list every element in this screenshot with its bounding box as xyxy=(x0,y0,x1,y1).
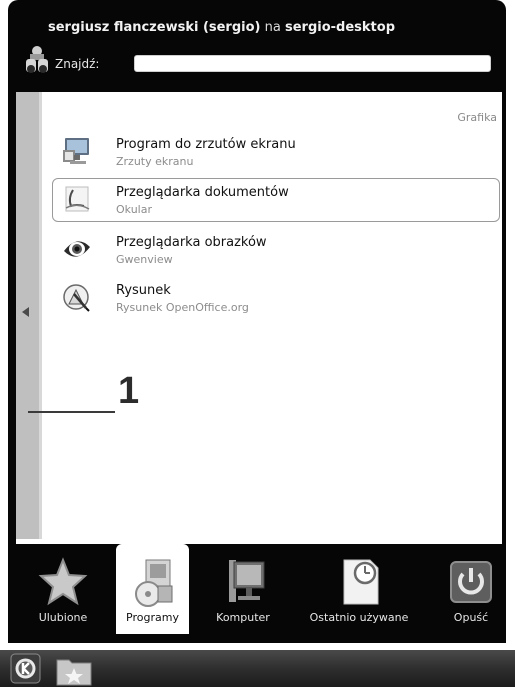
tab-computer[interactable]: Komputer xyxy=(202,544,284,634)
tab-label: Ostatnio używane xyxy=(309,611,409,624)
tab-label: Opuść xyxy=(453,611,489,624)
app-title: Przeglądarka obrazków xyxy=(116,235,267,250)
host-name: sergio-desktop xyxy=(284,20,395,35)
user-host-line: sergiusz flanczewski (sergio) na sergio-… xyxy=(48,20,395,35)
star-icon xyxy=(38,557,88,606)
application-launcher: sergiusz flanczewski (sergio) na sergio-… xyxy=(8,0,506,643)
launcher-tab-bar: Ulubione Programy Komputer Ostatnio używ… xyxy=(8,544,506,636)
recent-documents-icon xyxy=(343,559,379,605)
tab-label: Komputer xyxy=(216,611,270,624)
callout-line xyxy=(28,411,115,413)
application-list-panel: Grafika Program do zrzutów ekranu Zrzuty… xyxy=(16,92,502,544)
computer-monitor-icon xyxy=(229,560,265,602)
app-title: Rysunek xyxy=(116,283,171,298)
callout-number: 1 xyxy=(118,370,140,412)
app-item-screenshot[interactable]: Program do zrzutów ekranu Zrzuty ekranu xyxy=(52,130,500,174)
binoculars-icon xyxy=(26,46,48,73)
app-subtitle: Rysunek OpenOffice.org xyxy=(116,301,249,314)
category-heading: Grafika xyxy=(457,111,497,124)
gwenview-eye-icon xyxy=(64,241,90,257)
back-arrow-icon[interactable] xyxy=(22,307,29,317)
search-label: Znajdź: xyxy=(55,57,100,71)
app-subtitle: Zrzuty ekranu xyxy=(116,155,194,168)
app-subtitle: Gwenview xyxy=(116,253,173,266)
app-title: Przeglądarka dokumentów xyxy=(116,185,289,200)
tab-recent[interactable]: Ostatnio używane xyxy=(292,544,426,634)
screenshot-icon xyxy=(63,138,89,164)
kde-menu-icon[interactable] xyxy=(10,653,41,684)
draw-icon xyxy=(63,284,90,312)
power-icon xyxy=(450,561,492,603)
folder-star-icon[interactable] xyxy=(55,654,93,687)
connector-text: na xyxy=(264,20,281,35)
taskbar xyxy=(0,650,515,687)
app-title: Program do zrzutów ekranu xyxy=(116,137,296,152)
search-input[interactable] xyxy=(134,55,491,72)
tab-programs[interactable]: Programy xyxy=(116,544,189,634)
app-subtitle: Okular xyxy=(116,203,152,216)
app-item-gwenview[interactable]: Przeglądarka obrazków Gwenview xyxy=(52,228,500,272)
tab-favorites[interactable]: Ulubione xyxy=(27,544,99,634)
launcher-header: sergiusz flanczewski (sergio) na sergio-… xyxy=(8,0,506,90)
app-item-okular[interactable]: Przeglądarka dokumentów Okular xyxy=(52,178,500,222)
user-name: sergiusz flanczewski (sergio) xyxy=(48,20,261,35)
back-navigation-strip[interactable] xyxy=(16,92,42,539)
applications-icon xyxy=(134,559,172,607)
tab-leave[interactable]: Opuść xyxy=(440,544,502,634)
okular-icon xyxy=(65,186,90,212)
tab-label: Ulubione xyxy=(38,611,88,624)
app-item-draw[interactable]: Rysunek Rysunek OpenOffice.org xyxy=(52,276,500,320)
tab-label: Programy xyxy=(126,611,179,624)
